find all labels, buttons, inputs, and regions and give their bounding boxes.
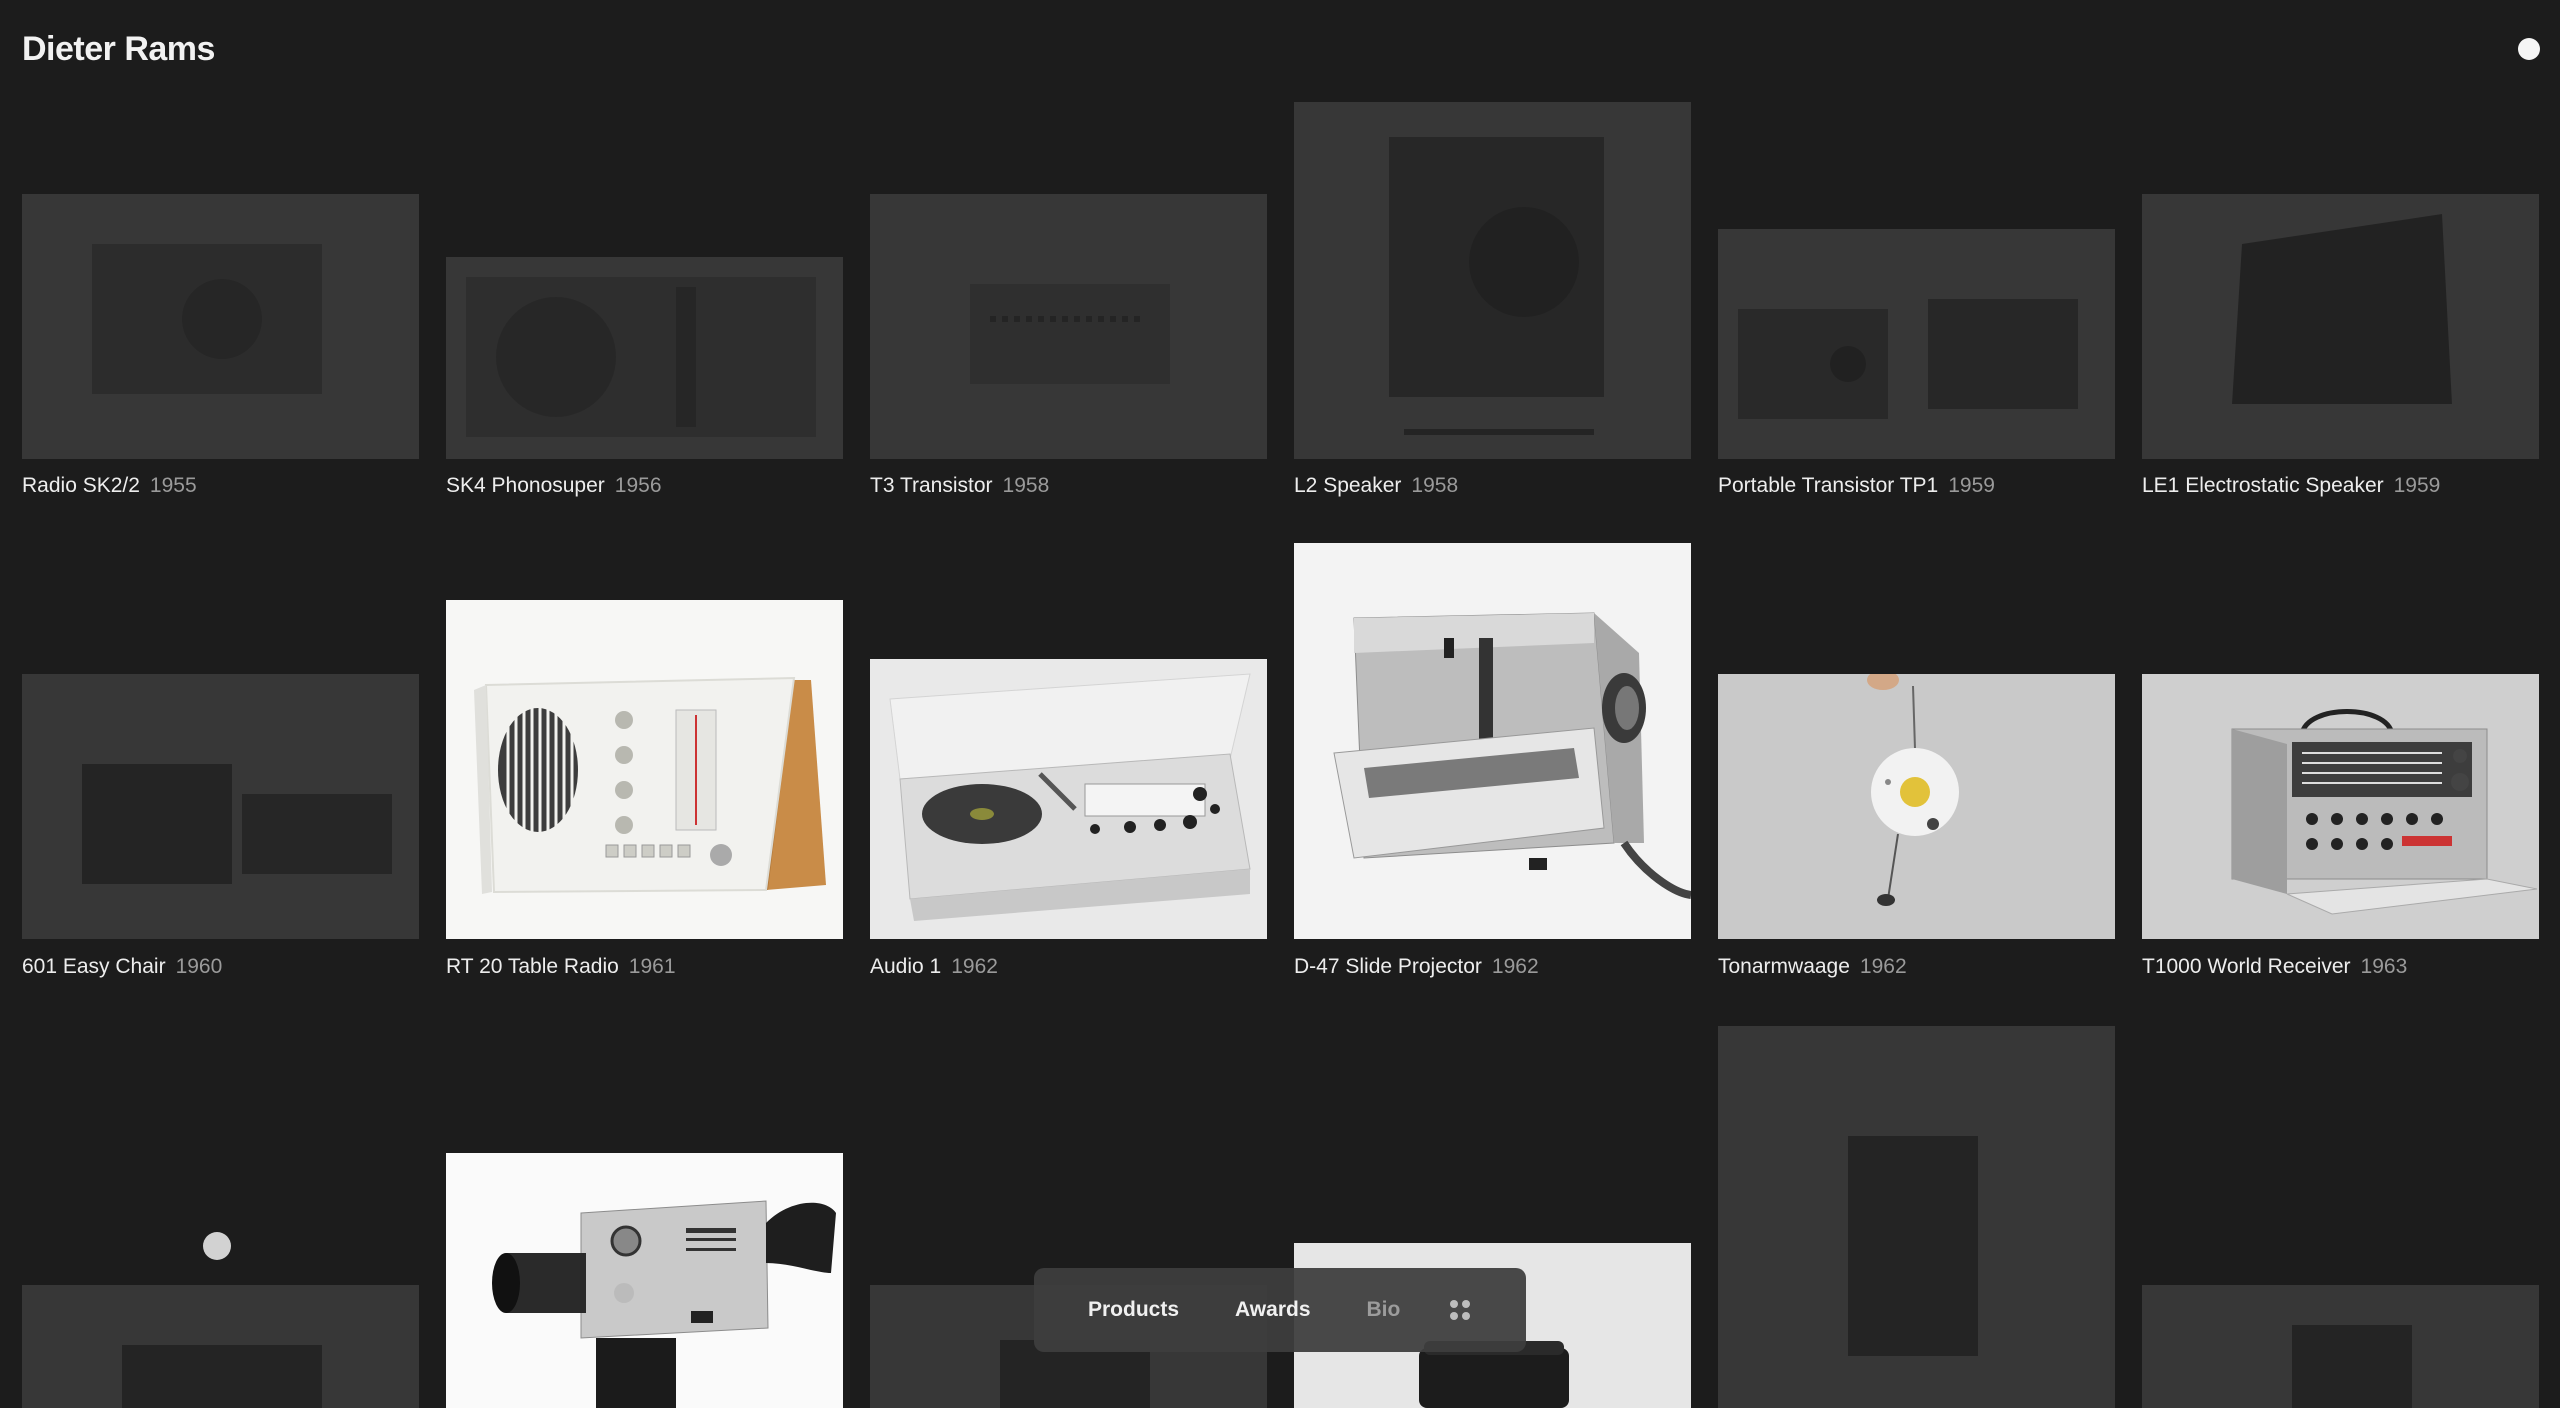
product-name: Portable Transistor TP1 [1718, 474, 1939, 497]
grid-dot [1450, 1312, 1459, 1320]
product-year: 1962 [1491, 955, 1539, 978]
product-year: 1959 [1948, 474, 1995, 497]
product-image-radio-sk2 [22, 194, 419, 459]
site-title[interactable]: Dieter Rams [22, 30, 215, 69]
product-image-l2-speaker [1294, 102, 1691, 459]
product-name: Audio 1 [870, 955, 942, 978]
product-image-row3-col1 [22, 1285, 419, 1408]
product-year: 1955 [149, 474, 197, 497]
product-image-le1-speaker [2142, 194, 2539, 459]
grid-dot [1462, 1312, 1471, 1320]
product-image-row3-col5 [1718, 1026, 2115, 1408]
nav-bio[interactable]: Bio [1367, 1298, 1401, 1322]
product-caption: LE1 Electrostatic Speaker 1959 [2142, 474, 2440, 498]
product-caption: D-47 Slide Projector 1962 [1294, 955, 1539, 979]
product-caption: Radio SK2/2 1955 [22, 474, 197, 498]
status-dot-icon [2518, 38, 2540, 60]
grid-dot [1450, 1300, 1459, 1308]
product-caption: SK4 Phonosuper 1956 [446, 474, 662, 498]
product-caption: T3 Transistor 1958 [870, 474, 1049, 498]
product-name: RT 20 Table Radio [446, 955, 619, 978]
product-name: T3 Transistor [870, 474, 993, 497]
product-image-t3-transistor [870, 194, 1267, 459]
product-year: 1958 [1002, 474, 1050, 497]
loading-indicator [203, 1232, 231, 1260]
product-year: 1963 [2360, 955, 2408, 978]
grid-dot [1462, 1300, 1471, 1308]
product-caption: RT 20 Table Radio 1961 [446, 955, 676, 979]
product-year: 1959 [2393, 474, 2441, 497]
product-caption: Tonarmwaage 1962 [1718, 955, 1907, 979]
product-image-rt20-table-radio [446, 600, 843, 939]
product-image-tonarmwaage [1718, 674, 2115, 939]
product-image-t1000-world-receiver [2142, 674, 2539, 939]
product-caption: Audio 1 1962 [870, 955, 998, 979]
page: Dieter Rams Radio SK2/2 1955 SK4 Phonosup… [0, 0, 2560, 1408]
product-caption: T1000 World Receiver 1963 [2142, 955, 2407, 979]
product-image-d47-slide-projector [1294, 543, 1691, 939]
nav-products[interactable]: Products [1088, 1298, 1179, 1322]
product-caption: 601 Easy Chair 1960 [22, 955, 222, 979]
product-image-portable-transistor-tp1 [1718, 229, 2115, 459]
product-name: D-47 Slide Projector [1294, 955, 1482, 978]
product-caption: Portable Transistor TP1 1959 [1718, 474, 1995, 498]
product-year: 1958 [1411, 474, 1459, 497]
product-image-audio-1 [870, 659, 1267, 939]
product-year: 1961 [628, 955, 676, 978]
product-year: 1956 [614, 474, 662, 497]
product-image-sk4-phonosuper [446, 257, 843, 459]
product-year: 1962 [951, 955, 998, 978]
bottom-nav-bar: Products Awards Bio [1034, 1268, 1526, 1352]
nav-awards[interactable]: Awards [1235, 1298, 1310, 1322]
product-name: T1000 World Receiver [2142, 955, 2351, 978]
product-name: LE1 Electrostatic Speaker [2142, 474, 2384, 497]
product-name: Tonarmwaage [1718, 955, 1850, 978]
product-year: 1960 [175, 955, 223, 978]
product-name: L2 Speaker [1294, 474, 1402, 497]
product-image-row3-col2 [446, 1153, 843, 1408]
product-image-row3-col6 [2142, 1285, 2539, 1408]
product-name: Radio SK2/2 [22, 474, 140, 497]
product-image-601-easy-chair [22, 674, 419, 939]
grid-view-icon[interactable] [1450, 1300, 1471, 1320]
product-name: 601 Easy Chair [22, 955, 166, 978]
product-name: SK4 Phonosuper [446, 474, 605, 497]
product-caption: L2 Speaker 1958 [1294, 474, 1458, 498]
product-year: 1962 [1859, 955, 1907, 978]
